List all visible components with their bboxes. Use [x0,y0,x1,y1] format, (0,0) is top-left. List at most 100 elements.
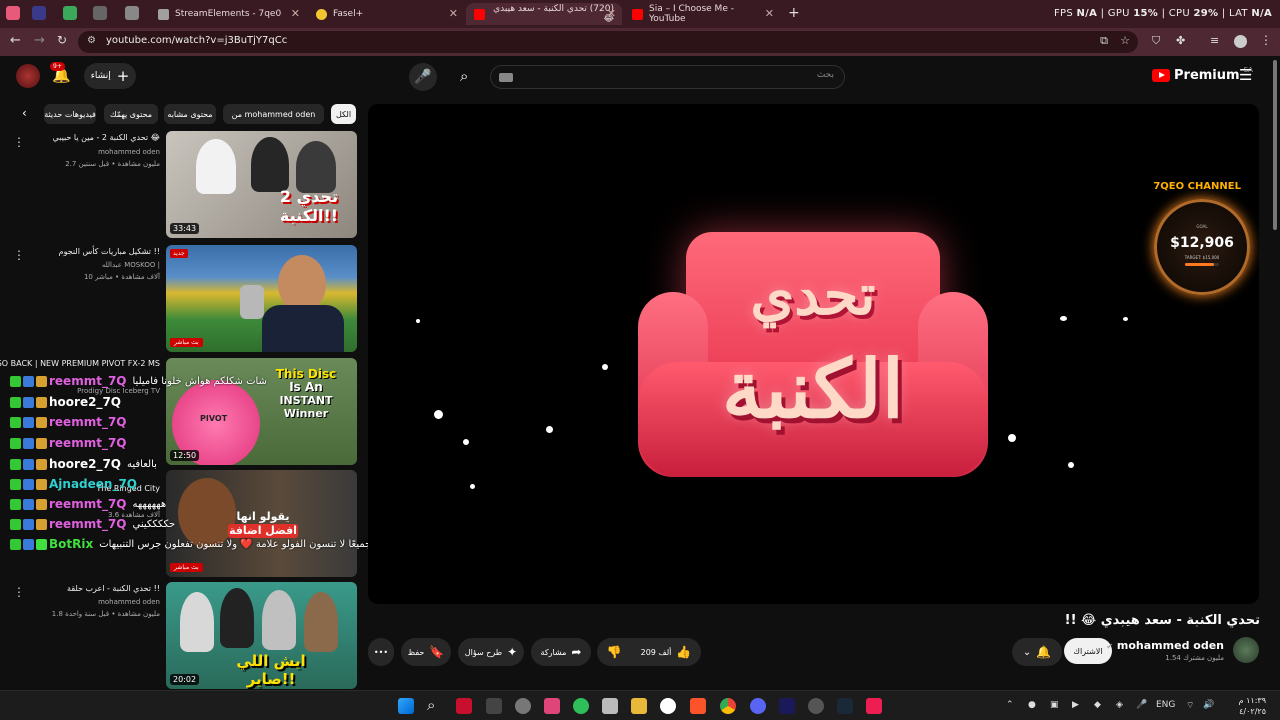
channel-avatar[interactable] [1233,637,1259,663]
tray-chevron-icon[interactable]: ⌃ [1006,700,1014,710]
video-options-icon[interactable]: ⋮ [13,585,25,599]
kick-badge-icon [10,458,21,470]
taskbar-app-icon[interactable] [573,698,589,714]
like-icon[interactable]: 👍 [676,645,691,659]
more-actions-button[interactable]: ••• [368,638,394,666]
tray-app-icon[interactable]: ◆ [1094,700,1101,710]
media-icon[interactable]: ≡ [1210,34,1219,47]
video-options-icon[interactable]: ⋮ [13,135,25,149]
video-thumbnail[interactable]: ايش اللي صاير!! 20:02 [166,582,357,689]
chip-for-you[interactable]: محتوى يهمّك [104,104,158,124]
taskbar-app-icon[interactable] [544,698,560,714]
settings-gear-icon[interactable] [515,698,531,714]
steam-like-icon[interactable] [660,698,676,714]
youtube-premium-logo[interactable]: Premium SA [1152,66,1253,83]
cast-icon[interactable]: ⧉ [1100,34,1108,48]
chip-related[interactable]: محتوى مشابه [164,104,216,124]
tab-streamelements[interactable]: StreamElements - 7qe0 ✕ [150,3,306,25]
tray-app-icon[interactable]: ▣ [1050,700,1059,710]
close-tab-icon[interactable]: ✕ [449,7,458,20]
pinned-tab-icon[interactable] [125,6,139,20]
browser-tab-strip: StreamElements - 7qe0 ✕ Fasel+ ✕ (720) ت… [0,0,1280,28]
taskbar-search-icon[interactable]: ⌕ [427,696,435,714]
video-title[interactable]: تشكيل مباريات كأس النجوم !! [59,247,160,256]
volume-icon[interactable]: 🔊 [1203,700,1214,710]
browser-menu-icon[interactable]: ⋮ [1260,33,1272,47]
chips-scroll-left-icon[interactable]: ‹ [22,106,27,120]
taskbar-app-icon[interactable] [486,698,502,714]
account-avatar[interactable] [16,64,40,88]
site-info-icon[interactable]: ⚙ [87,35,96,46]
video-title[interactable]: PRODIGY IS SO BACK | NEW PREMIUM PIVOT F… [0,359,160,368]
voice-search-button[interactable]: 🎤 [409,63,437,91]
ask-button[interactable]: طرح سؤال ✦ [458,638,524,666]
video-player[interactable]: تحدي الكنبة 7QEO CHANNEL GOAL $12,906 TA… [368,104,1259,604]
taskbar-app-icon[interactable] [808,698,824,714]
video-channel[interactable]: عبدالله MOSKOO | [102,261,160,269]
new-tab-button[interactable]: + [788,5,800,21]
video-title[interactable]: تحدي الكنبة 2 - مين يا حبيبي 😂 [53,133,161,142]
taskbar-app-icon[interactable] [456,698,472,714]
tray-app-icon[interactable]: ▶ [1072,700,1079,710]
tiktok-icon[interactable] [866,698,882,714]
close-tab-icon[interactable]: ✕ [291,7,300,20]
shield-icon[interactable]: ⛉ [1152,34,1160,48]
video-channel[interactable]: mohammed oden [98,148,160,156]
moderator-badge-icon [23,375,34,387]
tray-app-icon[interactable]: ◈ [1116,700,1123,710]
save-button[interactable]: حفظ 🔖 [401,638,451,666]
pinned-tab-icon[interactable] [32,6,46,20]
tab-fasel[interactable]: Fasel+ ✕ [308,3,464,25]
page-scrollbar[interactable] [1272,58,1278,688]
video-thumbnail[interactable]: يقولو انها افضل اضافة بث مباشر [166,470,357,577]
hamburger-menu-icon[interactable]: ☰ [1239,66,1252,84]
notifications-dropdown-button[interactable]: ⌄ 🔔 [1012,638,1062,666]
tray-app-icon[interactable]: ● [1028,700,1036,710]
subscribe-button[interactable]: الاشتراك [1064,638,1112,664]
chrome-icon[interactable] [720,698,736,714]
channel-name[interactable]: ✔ mohammed oden [1106,639,1224,652]
video-thumbnail[interactable]: تحدي 2 الكنبة!! 33:43 [166,131,357,238]
search-icon[interactable]: ⌕ [460,67,468,85]
reload-icon[interactable]: ↻ [57,33,67,47]
dislike-icon[interactable]: 👎 [607,645,622,659]
discord-icon[interactable] [750,698,766,714]
close-tab-icon[interactable]: ✕ [765,7,774,20]
address-bar[interactable]: ⚙ youtube.com/watch?v=j3BuTjY7qCc ⧉ ☆ [78,31,1138,53]
profile-avatar[interactable] [1234,35,1247,48]
back-icon[interactable]: ← [10,33,21,48]
keyboard-icon[interactable] [499,73,513,82]
file-explorer-icon[interactable] [631,698,647,714]
tab-sia-youtube[interactable]: Sia – I Choose Me - YouTube ✕ [624,3,780,25]
taskbar-app-icon[interactable] [602,698,618,714]
brave-browser-icon[interactable] [690,698,706,714]
forward-icon[interactable]: → [34,33,45,48]
crown-badge-icon [36,498,47,510]
premiere-pro-icon[interactable] [779,698,795,714]
bookmark-star-icon[interactable]: ☆ [1120,34,1130,47]
pinned-tab-icon[interactable] [6,6,20,20]
share-button[interactable]: مشاركة ➦ [531,638,591,666]
input-language[interactable]: ENG [1156,700,1175,710]
tray-microphone-icon[interactable]: 🎤 [1136,700,1147,710]
chip-all[interactable]: الكل [331,104,356,124]
pinned-tab-icon[interactable] [63,6,77,20]
video-options-icon[interactable]: ⋮ [13,248,25,262]
windows-start-icon[interactable] [398,698,414,714]
particle [470,484,475,489]
steam-icon[interactable] [837,698,853,714]
create-button[interactable]: إنشاء + [84,63,136,89]
close-tab-icon[interactable]: ✕ [607,7,616,20]
chip-from-channel[interactable]: من mohammed oden [223,104,324,124]
video-channel[interactable]: mohammed oden [98,598,160,606]
wifi-icon[interactable]: ⌔ [1186,700,1194,711]
extensions-icon[interactable]: ✤ [1176,34,1185,47]
particle [602,364,608,370]
search-input[interactable]: بحث [490,65,845,89]
pinned-tab-icon[interactable] [93,6,107,20]
tab-youtube-active[interactable]: (720) تحدي الكنبة - سعد هيبدي 😂 ✕ [466,3,622,25]
video-title[interactable]: تحدي الكنبة - اعرب حلقة !! [67,584,160,593]
taskbar-clock[interactable]: ١١:٣٩ م ٤/٠٢/٢٥ [1239,695,1266,717]
chip-recent[interactable]: فيديوهات حديثة [44,104,96,124]
video-thumbnail[interactable]: جديد بث مباشر [166,245,357,352]
